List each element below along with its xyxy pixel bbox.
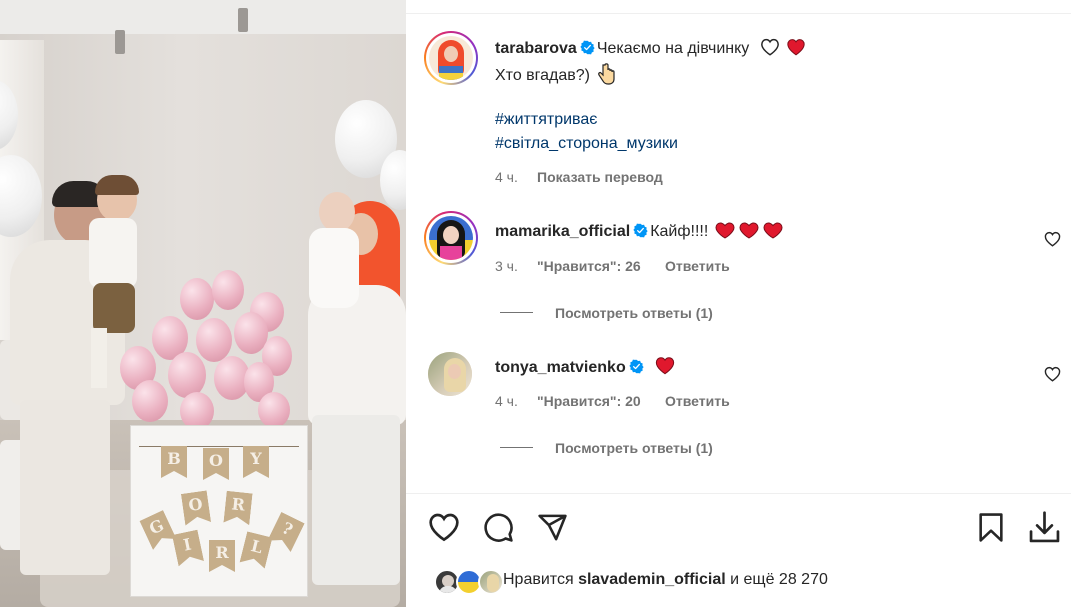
- comment-icon[interactable]: [483, 512, 514, 543]
- translate-link[interactable]: Показать перевод: [537, 169, 663, 185]
- box-flag: O: [181, 490, 211, 525]
- comment-like-heart-icon[interactable]: [1044, 366, 1061, 382]
- bookmark-icon[interactable]: [977, 512, 1005, 543]
- replies-divider: [500, 447, 533, 448]
- comment-line: mamarika_official Кайф!!!!: [495, 221, 785, 241]
- likes-user-link[interactable]: slavademin_official: [578, 571, 726, 588]
- view-replies-button[interactable]: Посмотреть ответы (1): [555, 305, 713, 321]
- pink-balloon: [258, 392, 290, 428]
- post-time[interactable]: 4 ч.: [495, 169, 518, 185]
- ceiling-lamp: [238, 8, 248, 32]
- caption-text-2: Хто вгадав?): [495, 67, 591, 84]
- toddler-figure: [305, 192, 360, 312]
- comment-likes[interactable]: "Нравится": 20: [537, 393, 641, 409]
- download-icon[interactable]: [1028, 510, 1061, 545]
- white-heart-emoji-icon: [760, 38, 779, 56]
- comment-likes[interactable]: "Нравится": 26: [537, 258, 641, 274]
- hashtag-link[interactable]: #світла_сторона_музики: [495, 135, 678, 153]
- box-flag: G: [139, 510, 176, 550]
- box-flag: O: [203, 448, 229, 480]
- reply-button[interactable]: Ответить: [665, 393, 730, 409]
- caption-line-1: tarabarova Чекаємо на дівчинку: [495, 38, 806, 58]
- comment-text: Кайф!!!!: [650, 223, 709, 240]
- comment-avatar-tonya[interactable]: [428, 352, 472, 396]
- box-flag: Y: [243, 446, 269, 478]
- comment-avatar-ring[interactable]: [424, 211, 478, 265]
- gift-box: B O Y O R G I R L ?: [130, 425, 308, 597]
- media-ceiling: [0, 0, 406, 34]
- author-avatar: [429, 36, 473, 80]
- ceiling-lamp: [115, 30, 125, 54]
- verified-badge-icon: [633, 223, 648, 238]
- pink-balloon: [196, 318, 232, 362]
- reply-button[interactable]: Ответить: [665, 258, 730, 274]
- comment-avatar-mamarika: [429, 216, 473, 260]
- caption-line-2: Хто вгадав?): [495, 63, 616, 85]
- pink-balloon: [180, 278, 214, 320]
- liker-avatar: [478, 569, 504, 595]
- comment-time[interactable]: 3 ч.: [495, 258, 518, 274]
- likes-others-link[interactable]: и ещё 28 270: [730, 571, 828, 588]
- pointing-down-emoji-icon: [598, 63, 616, 85]
- heart-emojis-icon: [715, 222, 783, 239]
- hashtag-link[interactable]: #життятриває: [495, 111, 597, 129]
- pink-balloon: [168, 352, 206, 398]
- comment-line: tonya_matvienko: [495, 356, 676, 377]
- replies-divider: [500, 312, 533, 313]
- post-media[interactable]: B O Y O R G I R L ?: [0, 0, 406, 607]
- comment-time[interactable]: 4 ч.: [495, 393, 518, 409]
- likes-prefix: Нравится: [503, 571, 574, 588]
- author-username[interactable]: tarabarova: [495, 40, 577, 57]
- liked-by-avatars[interactable]: [434, 569, 504, 595]
- author-avatar-ring[interactable]: [424, 31, 478, 85]
- verified-badge-icon: [580, 40, 595, 55]
- box-flag: R: [209, 540, 235, 572]
- view-replies-button[interactable]: Посмотреть ответы (1): [555, 440, 713, 456]
- box-flag: L: [240, 531, 273, 568]
- pink-balloon: [212, 270, 244, 310]
- caption-text: Чекаємо на дівчинку: [596, 40, 750, 57]
- red-heart-emoji-icon: [787, 39, 805, 56]
- verified-badge-icon: [629, 359, 644, 374]
- pink-balloon: [132, 380, 168, 422]
- divider: [406, 13, 1071, 14]
- comment-like-heart-icon[interactable]: [1044, 231, 1061, 247]
- box-flag: B: [161, 446, 187, 478]
- likes-summary: Нравится slavademin_official и ещё 28 27…: [503, 571, 828, 589]
- divider: [406, 493, 1071, 494]
- like-heart-icon[interactable]: [428, 512, 460, 542]
- comment-username[interactable]: tonya_matvienko: [495, 359, 626, 376]
- post-sidebar: tarabarova Чекаємо на дівчинку Хто вгадав…: [406, 0, 1071, 607]
- red-heart-emoji-icon: [656, 357, 675, 375]
- box-flag: I: [172, 530, 204, 567]
- box-flag: R: [223, 491, 252, 526]
- comment-username[interactable]: mamarika_official: [495, 223, 630, 240]
- share-paper-plane-icon[interactable]: [537, 512, 568, 543]
